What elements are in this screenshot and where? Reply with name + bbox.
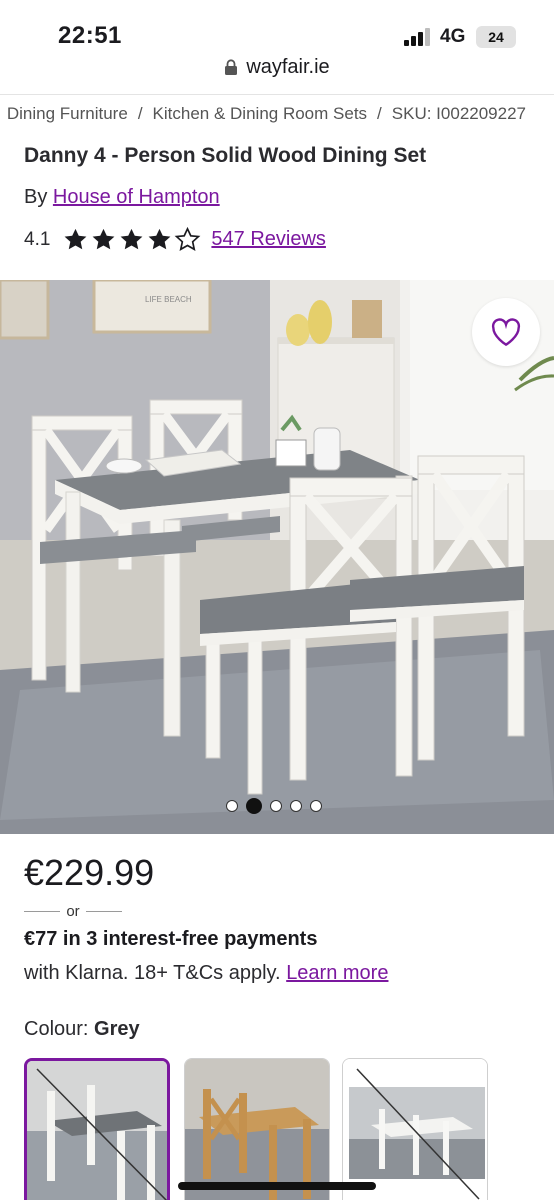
star-outline-icon [175,226,201,251]
product-photo: LIFE BEACH [0,280,554,834]
carousel-dot[interactable] [310,800,322,812]
carousel-dot-active[interactable] [246,798,262,814]
favorite-button[interactable] [472,298,540,366]
signal-strength-icon [404,28,432,46]
breadcrumb-separator: / [377,104,382,123]
star-filled-icon [93,228,115,250]
swatch-white-thumbnail [343,1059,487,1200]
star-filled-icon [121,228,143,250]
header-divider [0,94,554,95]
url-text: wayfair.ie [246,56,330,78]
installment-offer: €77 in 3 interest-free payments [24,928,318,950]
product-price: €229.99 [24,852,155,893]
battery-icon: 24 [476,26,516,48]
heart-outline-icon [491,318,521,347]
carousel-dot[interactable] [270,800,282,812]
swatch-natural[interactable] [184,1058,330,1200]
lock-icon [224,59,238,76]
star-rating [62,226,201,253]
colour-label-row: Colour: Grey [24,1018,140,1041]
breadcrumb: Dining Furniture / Kitchen & Dining Room… [0,104,554,130]
clock: 22:51 [58,22,122,49]
colour-swatches [24,1058,554,1200]
swatch-natural-thumbnail [185,1059,329,1200]
klarna-terms: with Klarna. 18+ T&Cs apply. Learn more [24,962,388,985]
or-text: or [66,902,80,920]
picture-caption: LIFE BEACH [145,295,192,304]
home-indicator [178,1182,376,1190]
learn-more-link[interactable]: Learn more [286,962,388,984]
swatch-white[interactable] [342,1058,488,1200]
star-filled-icon [149,228,171,250]
product-image-carousel[interactable]: LIFE BEACH [0,280,554,834]
battery-level: 24 [488,29,504,45]
network-type: 4G [440,26,466,47]
rating-row: 4.1 547 Reviews [24,226,326,253]
klarna-text: with Klarna. 18+ T&Cs apply. [24,962,281,984]
brand-link[interactable]: House of Hampton [53,186,220,208]
breadcrumb-separator: / [137,104,143,123]
breadcrumb-item-sku: SKU: I002209227 [391,104,526,123]
carousel-dot[interactable] [226,800,238,812]
by-label: By [24,186,48,208]
swatch-grey[interactable] [24,1058,170,1200]
swatch-grey-thumbnail [27,1061,167,1200]
rating-value: 4.1 [24,228,51,250]
carousel-indicators [226,798,322,814]
or-divider: or [24,902,122,920]
carousel-dot[interactable] [290,800,302,812]
star-filled-icon [65,228,87,250]
address-bar[interactable]: wayfair.ie [0,56,554,92]
colour-label: Colour: [24,1018,89,1040]
brand-line: By House of Hampton [24,186,220,209]
colour-selected-value: Grey [94,1018,140,1040]
status-bar: 22:51 4G 24 [0,0,554,64]
breadcrumb-item-kitchen-dining-sets[interactable]: Kitchen & Dining Room Sets [153,104,368,124]
breadcrumb-item-dining-furniture[interactable]: Dining Furniture [7,104,128,124]
product-title: Danny 4 - Person Solid Wood Dining Set [24,144,427,167]
reviews-link[interactable]: 547 Reviews [211,228,326,251]
